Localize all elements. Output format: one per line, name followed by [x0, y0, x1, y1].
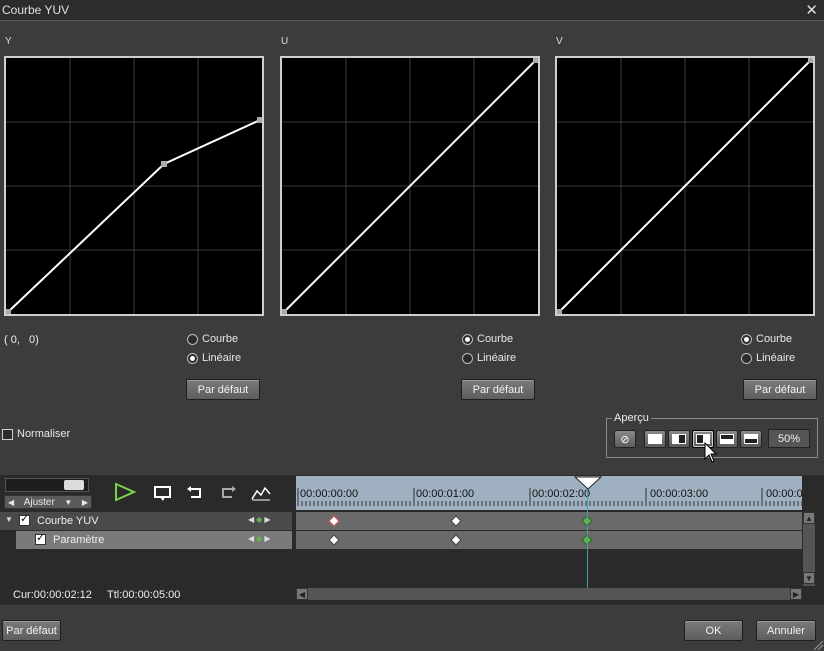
playhead-marker-icon[interactable]: [574, 476, 602, 490]
scroll-left-icon[interactable]: ◀: [296, 588, 308, 600]
v-mode-curve-label: Courbe: [756, 333, 793, 345]
u-default-button[interactable]: Par défaut: [461, 379, 535, 400]
track-lane-parametre[interactable]: [296, 531, 802, 549]
u-curve-point[interactable]: [533, 58, 538, 63]
preview-full-icon: [648, 434, 662, 444]
checkbox-icon: [2, 428, 13, 440]
preview-split-top-button[interactable]: [716, 430, 738, 448]
v-mode-linear-label: Linéaire: [756, 352, 796, 364]
y-curve-point[interactable]: [257, 117, 262, 123]
u-curve-point[interactable]: [282, 309, 287, 314]
preview-split-bottom-button[interactable]: [740, 430, 762, 448]
chevron-down-icon: ▼: [64, 497, 73, 507]
title-bar: [0, 0, 824, 21]
channel-label-u: U: [281, 36, 289, 47]
y-curve-point[interactable]: [6, 309, 11, 314]
undo-icon[interactable]: [186, 486, 204, 500]
scroll-down-icon[interactable]: ▼: [803, 572, 815, 584]
resize-grip-icon[interactable]: [812, 639, 824, 651]
check-icon: ✓: [36, 532, 46, 544]
collapse-triangle-icon[interactable]: ▼: [5, 515, 13, 524]
v-mode-linear-radio[interactable]: Linéaire: [741, 352, 795, 364]
u-mode-curve-radio[interactable]: Courbe: [462, 333, 513, 345]
v-mode-curve-radio[interactable]: Courbe: [741, 333, 792, 345]
ruler-label: 00:00:03:00: [650, 488, 709, 500]
scroll-right-icon[interactable]: ▶: [790, 588, 802, 600]
track-lane-courbe-yuv[interactable]: [296, 512, 802, 530]
ruler-label: 00:00:01:00: [416, 488, 475, 500]
y-mode-curve-radio[interactable]: Courbe: [187, 333, 238, 345]
channel-label-v: V: [556, 36, 563, 47]
cancel-button[interactable]: Annuler: [756, 620, 816, 641]
arrow-right-icon[interactable]: ▶: [82, 498, 88, 507]
preview-split-top-icon: [720, 434, 734, 444]
v-curve-point[interactable]: [557, 309, 562, 314]
radio-icon: [187, 333, 198, 345]
check-icon: ✓: [20, 513, 30, 525]
u-mode-linear-radio[interactable]: Linéaire: [462, 352, 516, 364]
arrow-left-icon[interactable]: ◀: [8, 498, 14, 507]
preview-split-left-button[interactable]: [668, 430, 690, 448]
apercu-label: Aperçu: [612, 412, 651, 424]
radio-selected-icon: [741, 333, 752, 345]
u-curve-graph[interactable]: [280, 56, 540, 316]
ruler-label: 00:00:00:00: [300, 488, 359, 500]
radio-selected-icon: [462, 333, 473, 345]
preview-toggle-button[interactable]: ⊘: [614, 430, 636, 448]
y-curve-svg: [6, 58, 262, 314]
mouse-cursor-icon: [704, 442, 718, 463]
track-label-courbe-yuv: Courbe YUV: [37, 515, 99, 527]
total-time: Ttl:00:00:05:00: [107, 589, 181, 601]
v-curve-svg: [557, 58, 813, 314]
timeline-ruler[interactable]: 00:00:00:00 00:00:01:00 00:00:02:00 00:0…: [296, 476, 803, 510]
y-default-button[interactable]: Par défaut: [186, 379, 260, 400]
y-curve-point[interactable]: [161, 161, 167, 167]
channel-label-y: Y: [5, 36, 12, 47]
u-mode-linear-label: Linéaire: [477, 352, 517, 364]
u-curve-svg: [282, 58, 538, 314]
v-curve-graph[interactable]: [555, 56, 815, 316]
zoom-value[interactable]: 50%: [768, 429, 810, 448]
preview-split-bottom-icon: [744, 434, 758, 444]
y-curve-graph[interactable]: [4, 56, 264, 316]
y-mode-linear-label: Linéaire: [202, 352, 242, 364]
playhead-line: [587, 488, 588, 588]
y-mode-curve-label: Courbe: [202, 333, 239, 345]
u-mode-curve-label: Courbe: [477, 333, 514, 345]
v-default-button[interactable]: Par défaut: [743, 379, 817, 400]
track-label-parametre: Paramètre: [53, 534, 105, 546]
preview-split-left-icon: [672, 434, 686, 444]
current-time: Cur:00:00:02:12: [13, 589, 92, 601]
v-curve-point[interactable]: [808, 58, 813, 63]
fit-label: Ajuster: [23, 496, 55, 508]
graph-icon[interactable]: [251, 485, 271, 501]
zoom-slider[interactable]: [5, 478, 89, 492]
radio-selected-icon: [187, 352, 198, 364]
normaliser-checkbox[interactable]: Normaliser: [2, 428, 70, 440]
redo-icon[interactable]: [219, 486, 237, 500]
horizontal-scrollbar[interactable]: [296, 588, 802, 600]
play-icon[interactable]: [114, 482, 136, 502]
keyframe-nav-icons[interactable]: ◀◆▶: [248, 534, 272, 543]
radio-icon: [462, 352, 473, 364]
y-mode-linear-radio[interactable]: Linéaire: [187, 352, 241, 364]
window-title: Courbe YUV: [2, 3, 70, 17]
coordinate-readout: ( 0, 0): [4, 334, 39, 346]
radio-icon: [741, 352, 752, 364]
close-icon[interactable]: ✕: [805, 1, 818, 19]
reset-default-button[interactable]: Par défaut: [2, 620, 61, 641]
keyframe-nav-icons[interactable]: ◀◆▶: [248, 515, 272, 524]
fit-selector[interactable]: ◀ Ajuster ▼ ▶: [4, 495, 92, 509]
zoom-slider-handle[interactable]: [64, 480, 84, 490]
preview-full-button[interactable]: [644, 430, 666, 448]
paperclip-icon: ⊘: [620, 433, 630, 446]
ok-button[interactable]: OK: [684, 620, 743, 641]
scroll-up-icon[interactable]: ▲: [803, 512, 815, 524]
normaliser-label: Normaliser: [17, 428, 71, 440]
ruler-label: 00:00:0: [766, 488, 803, 500]
play-loop-icon[interactable]: [153, 485, 173, 503]
